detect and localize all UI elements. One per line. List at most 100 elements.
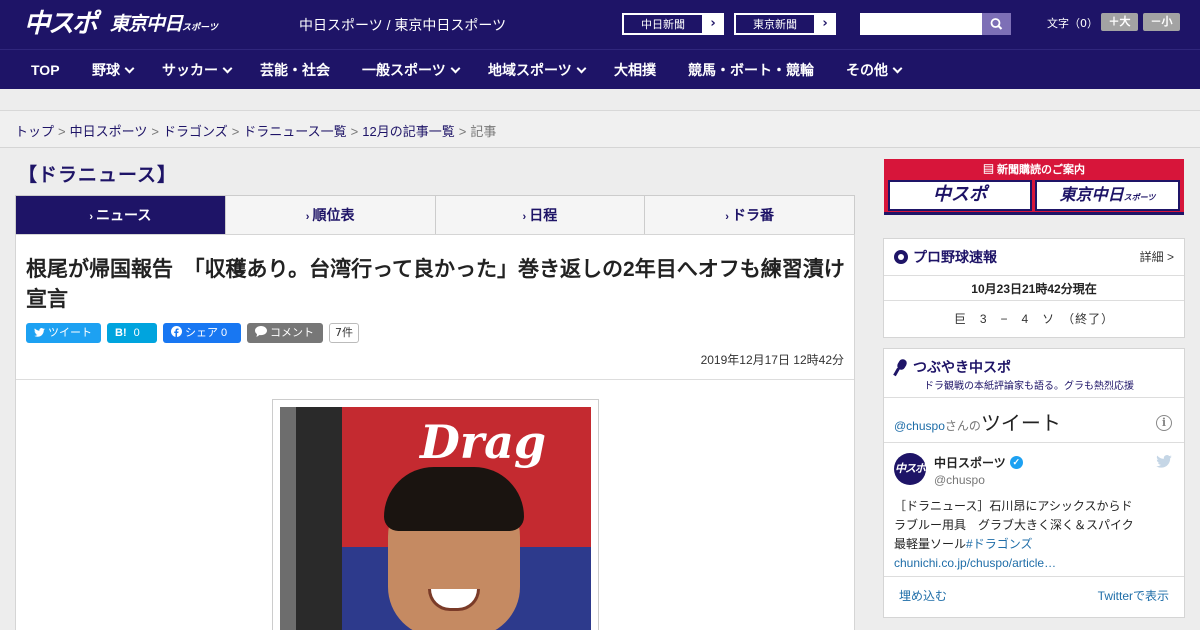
search-input[interactable] bbox=[860, 13, 982, 35]
chevron-right-icon: › bbox=[305, 211, 310, 223]
player-photo: Drag bbox=[280, 407, 591, 630]
baseball-detail-link[interactable]: 詳細 > bbox=[1140, 248, 1174, 265]
nav-label: 大相撲 bbox=[614, 62, 656, 78]
feed-handle[interactable]: @chuspo bbox=[894, 419, 945, 433]
nav-label: 一般スポーツ bbox=[362, 62, 446, 78]
tab-standings[interactable]: › 順位表 bbox=[224, 196, 435, 234]
nav-item-baseball[interactable]: 野球 bbox=[92, 50, 135, 90]
baseball-score[interactable]: 巨 3 − 4 ソ （終了） bbox=[884, 310, 1184, 327]
facebook-share-button[interactable]: シェア 0 bbox=[163, 323, 241, 343]
tweet-handle[interactable]: @chuspo bbox=[934, 473, 985, 487]
chevron-down-icon bbox=[124, 63, 135, 74]
chevron-right-icon: › bbox=[822, 16, 828, 31]
tokyo-shimbun-button[interactable]: 東京新聞 › bbox=[734, 13, 836, 35]
tab-news[interactable]: › ニュース bbox=[16, 196, 225, 241]
comment-label: コメント bbox=[270, 327, 314, 339]
widget-divider bbox=[884, 397, 1184, 398]
article-photo[interactable]: Drag bbox=[272, 399, 599, 630]
comment-count[interactable]: 7件 bbox=[329, 323, 359, 343]
comment-button[interactable]: コメント bbox=[247, 323, 323, 343]
promo-title: ▤ 新聞購読のご案内 bbox=[884, 161, 1184, 177]
twitter-widget: つぶやき中スポ ドラ観戦の本紙評論家も語る。グラも熱烈応援 @chuspoさんの… bbox=[883, 348, 1185, 618]
hatena-button[interactable]: B! 0 bbox=[107, 323, 157, 343]
promo-tokyo-button[interactable]: 東京中日スポーツ bbox=[1035, 180, 1180, 211]
nav-item-local-sports[interactable]: 地域スポーツ bbox=[488, 50, 587, 90]
breadcrumb-separator: > bbox=[231, 124, 240, 139]
search-button[interactable] bbox=[982, 13, 1011, 35]
nav-item-racing[interactable]: 競馬・ボート・競輪 bbox=[688, 50, 814, 90]
verified-badge-icon: ✓ bbox=[1009, 456, 1023, 469]
speech-bubble-icon bbox=[255, 326, 267, 337]
nav-item-top[interactable]: TOP bbox=[31, 50, 60, 90]
promo-chuspo-button[interactable]: 中スポ bbox=[888, 180, 1032, 211]
twitter-widget-subtitle: ドラ観戦の本紙評論家も語る。グラも熱烈応援 bbox=[924, 381, 1134, 392]
breadcrumb: トップ > 中日スポーツ > ドラゴンズ > ドラニュース一覧 >12月の記事一覧 > 記事 bbox=[15, 121, 496, 140]
breadcrumb-december-list[interactable]: 12月の記事一覧 bbox=[362, 124, 454, 139]
photo-backdrop-dark bbox=[296, 407, 342, 630]
chevron-right-icon: › bbox=[710, 16, 716, 31]
tab-label: ドラ番 bbox=[731, 207, 774, 223]
tweet-button[interactable]: ツイート bbox=[26, 323, 101, 343]
nav-label: サッカー bbox=[162, 62, 218, 78]
twitter-title-text: つぶやき中スポ bbox=[913, 359, 1011, 375]
nav-label: 芸能・社会 bbox=[260, 62, 330, 78]
newspaper-icon: ▤ bbox=[982, 164, 998, 176]
baseball-icon bbox=[894, 250, 908, 264]
promo-title-text: 新聞購読のご案内 bbox=[997, 164, 1086, 176]
tokyo-chunichi-logo[interactable]: 東京中日スポーツ bbox=[110, 10, 218, 38]
tab-schedule[interactable]: › 日程 bbox=[434, 196, 645, 234]
nav-label: 競馬・ボート・競輪 bbox=[688, 62, 814, 78]
widget-divider bbox=[884, 300, 1184, 301]
tokyo-logo-text: 東京中日 bbox=[110, 13, 183, 35]
chunichi-shimbun-button[interactable]: 中日新聞 › bbox=[622, 13, 724, 35]
nav-label: 地域スポーツ bbox=[488, 62, 572, 78]
subscription-promo[interactable]: ▤ 新聞購読のご案内 中スポ 東京中日スポーツ bbox=[884, 159, 1184, 215]
nav-item-soccer[interactable]: サッカー bbox=[162, 50, 233, 90]
article-headline: 根尾が帰国報告 「収穫あり。台湾行って良かった」巻き返しの2年目へオフも練習漬け… bbox=[26, 258, 845, 311]
twitter-widget-title: つぶやき中スポ bbox=[894, 357, 1011, 377]
baseball-timestamp: 10月23日21時42分現在 bbox=[971, 282, 1097, 296]
site-title: 中日スポーツ / 東京中日スポーツ bbox=[299, 17, 507, 33]
article-divider bbox=[16, 379, 854, 380]
info-icon[interactable]: i bbox=[1156, 415, 1172, 431]
chevron-right-icon: › bbox=[522, 211, 527, 223]
twitter-bird-icon[interactable] bbox=[1156, 455, 1172, 468]
promo-tokyo-text: 東京中日 bbox=[1059, 185, 1124, 204]
nav-item-entertainment[interactable]: 芸能・社会 bbox=[260, 50, 330, 90]
breadcrumb-dra-news-list[interactable]: ドラニュース一覧 bbox=[243, 124, 346, 139]
nav-label: その他 bbox=[846, 62, 888, 78]
font-size-up-button[interactable]: ＋大 bbox=[1101, 13, 1138, 31]
hatena-count: 0 bbox=[133, 327, 140, 339]
tweet-author[interactable]: 中日スポーツ ✓ bbox=[934, 454, 1023, 471]
chevron-down-icon bbox=[892, 63, 903, 74]
feed-san: さんの bbox=[944, 419, 981, 433]
chuspo-logo[interactable]: 中スポ bbox=[24, 8, 98, 40]
twitter-bird-icon bbox=[34, 328, 45, 337]
tweet-author-name: 中日スポーツ bbox=[934, 456, 1006, 470]
embed-link[interactable]: 埋め込む bbox=[899, 587, 947, 604]
breadcrumb-top[interactable]: トップ bbox=[15, 124, 54, 139]
nav-item-other[interactable]: その他 bbox=[846, 50, 903, 90]
breadcrumb-separator: > bbox=[458, 124, 467, 139]
feed-tweet-word: ツイート bbox=[980, 413, 1061, 435]
view-on-twitter-link[interactable]: Twitterで表示 bbox=[1098, 587, 1169, 604]
font-size-down-button[interactable]: －小 bbox=[1143, 13, 1180, 31]
sub-band bbox=[0, 89, 1200, 111]
breadcrumb-separator: > bbox=[151, 124, 159, 139]
font-size-label: 文字（0） bbox=[1047, 17, 1098, 30]
breadcrumb-chuspo[interactable]: 中日スポーツ bbox=[70, 124, 148, 139]
nav-label: TOP bbox=[31, 62, 60, 78]
section-title: 【ドラニュース】 bbox=[18, 165, 178, 186]
nav-item-general-sports[interactable]: 一般スポーツ bbox=[362, 50, 461, 90]
chevron-down-icon bbox=[222, 63, 233, 74]
widget-divider bbox=[884, 442, 1184, 443]
breadcrumb-dragons[interactable]: ドラゴンズ bbox=[163, 124, 228, 139]
tab-dora-ban[interactable]: › ドラ番 bbox=[644, 196, 854, 234]
megaphone-icon bbox=[894, 359, 908, 375]
chevron-right-icon: › bbox=[725, 211, 729, 223]
chevron-right-icon: › bbox=[89, 211, 94, 223]
article-datetime: 2019年12月17日 12時42分 bbox=[700, 353, 844, 367]
baseball-widget-title: プロ野球速報 bbox=[894, 247, 997, 267]
avatar[interactable]: 中スポ bbox=[894, 453, 926, 485]
nav-item-sumo[interactable]: 大相撲 bbox=[614, 50, 656, 90]
